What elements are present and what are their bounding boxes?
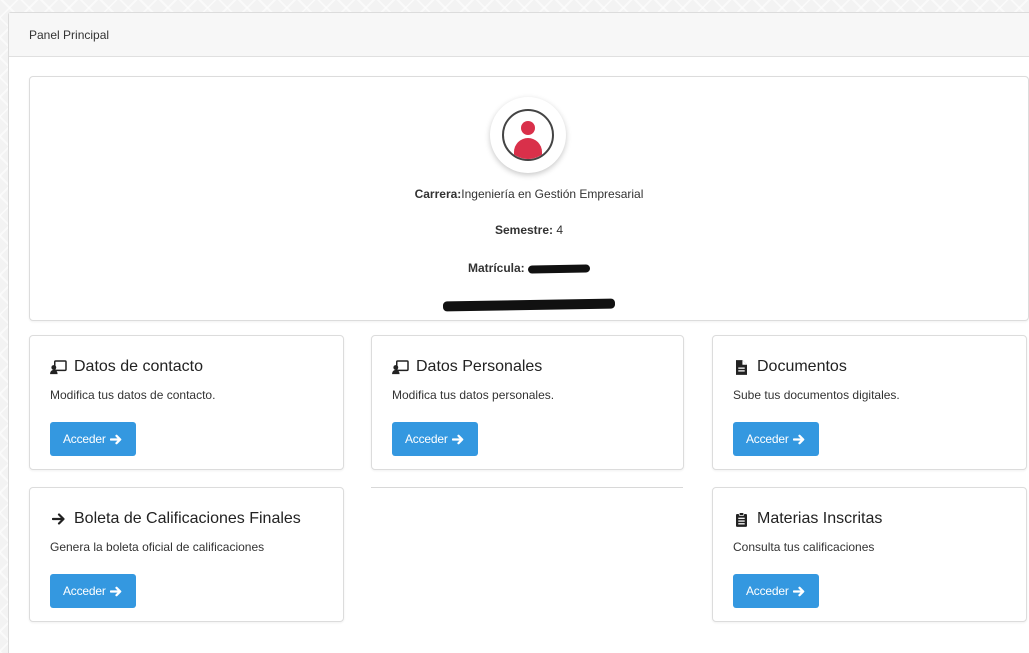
arrow-right-icon: [451, 434, 463, 444]
arrow-right-icon: [109, 434, 121, 444]
acceder-button[interactable]: Acceder: [733, 574, 819, 608]
card-datos-contacto: Datos de contacto Modifica tus datos de …: [29, 335, 344, 470]
arrow-right-icon: [792, 586, 804, 596]
avatar: [490, 97, 566, 173]
card-title-text: Materias Inscritas: [757, 510, 883, 527]
contact-card-icon: [50, 359, 67, 376]
card-boleta-calificaciones: Boleta de Calificaciones Finales Genera …: [29, 487, 344, 622]
carrera-label: Carrera:: [414, 187, 462, 201]
name-line: [30, 297, 1028, 312]
semestre-value: 4: [556, 223, 564, 237]
card-title: Documentos: [733, 356, 1006, 378]
semestre-label: Semestre:: [494, 223, 553, 237]
card-title: Boleta de Calificaciones Finales: [50, 508, 323, 530]
card-description: Modifica tus datos de contacto.: [50, 388, 216, 402]
clipboard-icon: [733, 511, 750, 528]
contact-card-icon: [392, 359, 409, 376]
name-redacted: [442, 298, 616, 312]
arrow-right-icon: [792, 434, 804, 444]
acceder-button[interactable]: Acceder: [392, 422, 478, 456]
acceder-button[interactable]: Acceder: [733, 422, 819, 456]
acceder-button[interactable]: Acceder: [50, 574, 136, 608]
card-title: Materias Inscritas: [733, 508, 1006, 530]
card-title-text: Datos de contacto: [74, 358, 203, 375]
arrow-right-icon: [50, 511, 67, 528]
button-label: Acceder: [746, 584, 789, 598]
card-documentos: Documentos Sube tus documentos digitales…: [712, 335, 1027, 470]
panel-heading: Panel Principal: [9, 13, 1029, 57]
matricula-line: Matrícula:: [30, 261, 1028, 275]
acceder-button[interactable]: Acceder: [50, 422, 136, 456]
button-label: Acceder: [63, 584, 106, 598]
carrera-value: Ingeniería en Gestión Empresarial: [461, 187, 644, 201]
matricula-label: Matrícula:: [467, 261, 525, 275]
button-label: Acceder: [63, 432, 106, 446]
card-title-text: Documentos: [757, 358, 847, 375]
file-icon: [733, 359, 750, 376]
card-title: Datos de contacto: [50, 356, 323, 378]
main-panel: Panel Principal Carrera:Ingeniería en Ge…: [8, 12, 1029, 653]
user-avatar-icon: [502, 109, 554, 161]
card-description: Modifica tus datos personales.: [392, 388, 555, 402]
carrera-line: Carrera:Ingeniería en Gestión Empresaria…: [30, 187, 1028, 201]
matricula-redacted: [527, 264, 591, 274]
card-description: Consulta tus calificaciones: [733, 540, 875, 554]
card-description: Genera la boleta oficial de calificacion…: [50, 540, 265, 554]
arrow-right-icon: [109, 586, 121, 596]
card-title-text: Datos Personales: [416, 358, 543, 375]
profile-card: Carrera:Ingeniería en Gestión Empresaria…: [29, 76, 1029, 321]
card-title: Datos Personales: [392, 356, 663, 378]
button-label: Acceder: [746, 432, 789, 446]
card-datos-personales: Datos Personales Modifica tus datos pers…: [371, 335, 684, 470]
card-description: Sube tus documentos digitales.: [733, 388, 900, 402]
card-materias-inscritas: Materias Inscritas Consulta tus califica…: [712, 487, 1027, 622]
divider: [371, 487, 683, 488]
button-label: Acceder: [405, 432, 448, 446]
semestre-line: Semestre: 4: [30, 223, 1028, 237]
card-title-text: Boleta de Calificaciones Finales: [74, 510, 301, 527]
